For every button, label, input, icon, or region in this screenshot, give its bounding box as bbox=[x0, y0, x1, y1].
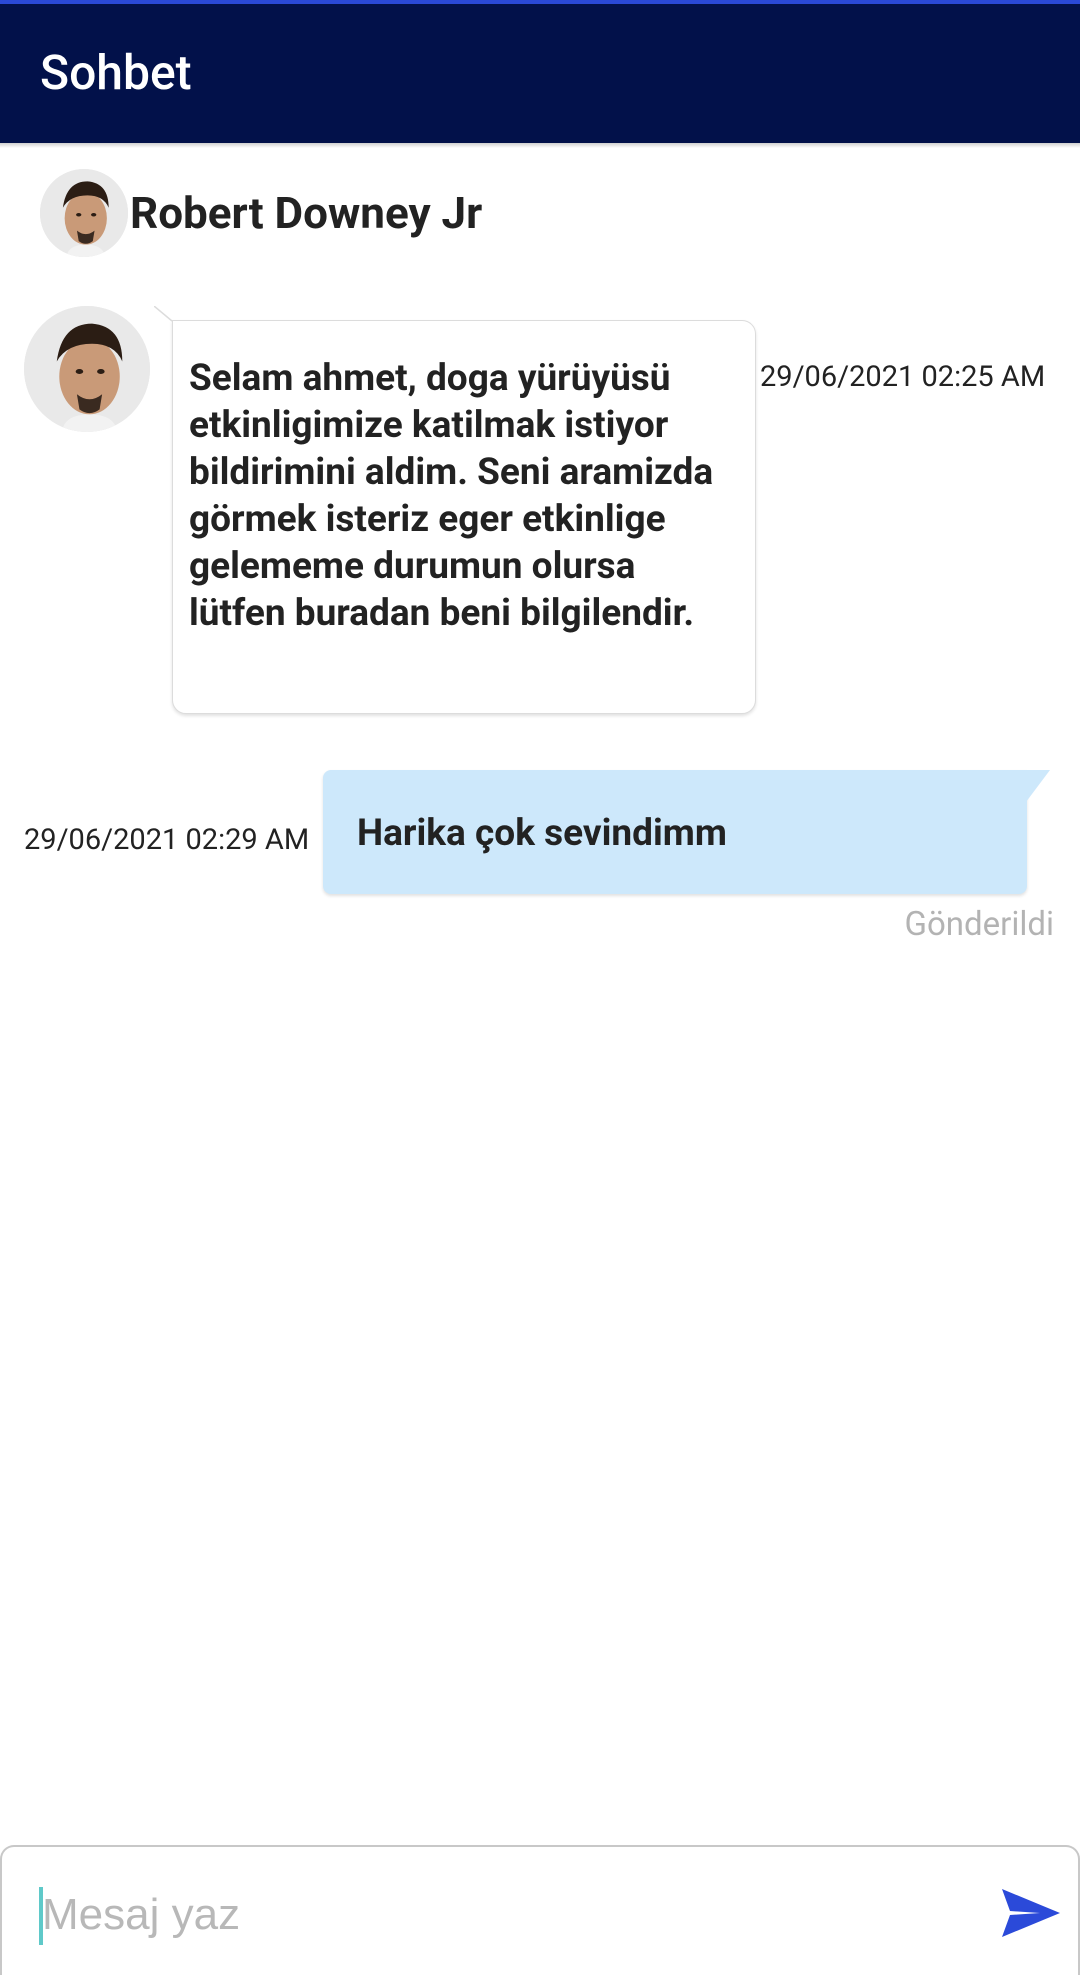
outgoing-message-bubble[interactable]: Harika çok sevindimm bbox=[323, 770, 1027, 894]
page-title: Sohbet bbox=[40, 44, 192, 101]
message-avatar[interactable] bbox=[24, 306, 150, 432]
contact-header[interactable]: Robert Downey Jr bbox=[40, 168, 482, 258]
message-input[interactable] bbox=[42, 1875, 942, 1955]
contact-name: Robert Downey Jr bbox=[130, 187, 483, 239]
contact-avatar[interactable] bbox=[40, 169, 128, 257]
send-icon bbox=[1002, 1889, 1060, 1937]
incoming-message-time: 29/06/2021 02:25 AM bbox=[760, 360, 1046, 394]
user-avatar-icon bbox=[40, 169, 128, 257]
message-status: Gönderildi bbox=[904, 905, 1055, 944]
message-composer bbox=[0, 1845, 1080, 1975]
app-bar: Sohbet bbox=[0, 0, 1080, 143]
outgoing-message-text: Harika çok sevindimm bbox=[357, 812, 727, 855]
incoming-bubble-tail bbox=[154, 306, 173, 322]
outgoing-message-time: 29/06/2021 02:29 AM bbox=[24, 823, 310, 857]
user-avatar-icon bbox=[24, 306, 150, 432]
app-bar-shadow bbox=[0, 143, 1080, 148]
incoming-message-text: Selam ahmet, doga yürüyüsü etkinligimize… bbox=[189, 357, 714, 635]
outgoing-bubble-tail bbox=[1026, 770, 1050, 802]
send-button[interactable] bbox=[1000, 1885, 1062, 1941]
incoming-message-bubble[interactable]: Selam ahmet, doga yürüyüsü etkinligimize… bbox=[172, 320, 756, 714]
